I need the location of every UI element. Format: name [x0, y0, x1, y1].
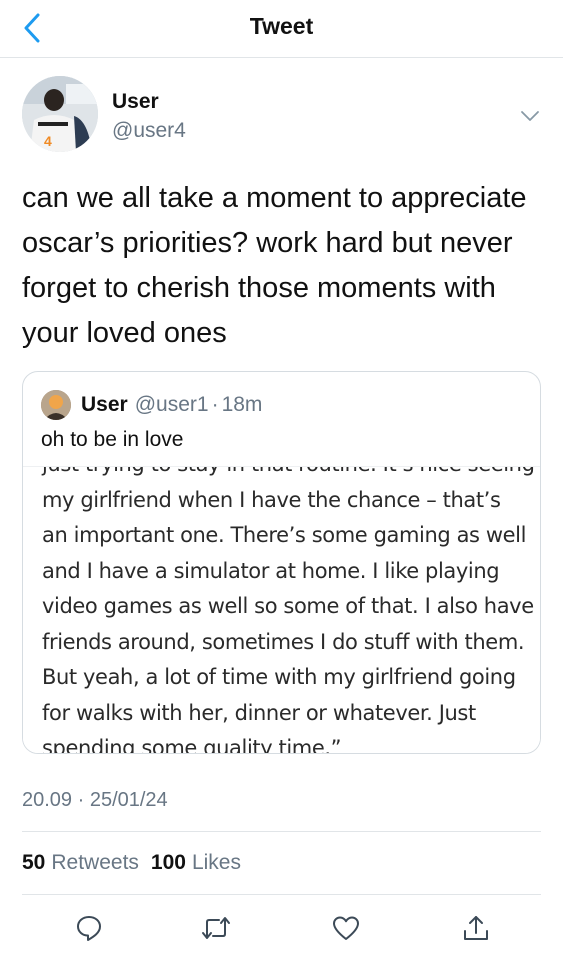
engagement-stats: 50 Retweets 100 Likes	[22, 851, 253, 875]
image-text-line: spending some quality time.”	[42, 736, 342, 754]
avatar[interactable]: 4	[22, 76, 98, 152]
divider	[22, 894, 541, 895]
image-text-line: and I have a simulator at home. I like p…	[42, 558, 500, 583]
heart-icon	[333, 916, 359, 940]
image-text-line: But yeah, a lot of time with my girlfrie…	[42, 665, 516, 689]
image-text-line: just trying to stay in that routine. It’…	[42, 467, 537, 483]
author-name[interactable]: User	[112, 90, 159, 114]
reply-button[interactable]	[69, 908, 109, 948]
likes-label[interactable]: Likes	[192, 851, 241, 875]
quoted-author-name: User	[81, 393, 128, 416]
quoted-avatar	[41, 390, 71, 420]
retweet-button[interactable]	[196, 908, 236, 948]
top-bar: Tweet	[0, 0, 563, 58]
quoted-time: 18m	[221, 393, 263, 416]
image-text-line: my girlfriend when I have the chance – t…	[42, 487, 501, 512]
like-button[interactable]	[326, 908, 366, 948]
image-text-line: friends around, sometimes I do stuff wit…	[42, 629, 525, 654]
retweet-icon	[202, 917, 230, 939]
quoted-image[interactable]: just trying to stay in that routine. It’…	[23, 466, 540, 754]
share-icon	[464, 916, 488, 940]
page-title: Tweet	[249, 13, 314, 39]
image-text-line: for walks with her, dinner or whatever. …	[42, 700, 476, 725]
share-button[interactable]	[456, 908, 496, 948]
quoted-image-text: just trying to stay in that routine. It’…	[42, 467, 537, 754]
svg-text:4: 4	[44, 133, 52, 149]
chevron-down-icon	[521, 111, 539, 121]
quoted-text: oh to be in love	[41, 428, 184, 451]
author-handle[interactable]: @user4	[112, 119, 186, 143]
likes-count[interactable]: 100	[151, 851, 186, 875]
more-options-button[interactable]	[518, 104, 542, 128]
quoted-tweet[interactable]: User @user1 · 18m oh to be in love just …	[22, 371, 541, 754]
image-text-line: an important one. There’s some gaming as…	[42, 523, 527, 547]
image-text-line: video games as well so some of that. I a…	[42, 594, 534, 618]
action-bar	[0, 908, 563, 950]
divider	[22, 831, 541, 832]
retweets-label[interactable]: Retweets	[51, 851, 139, 875]
quoted-tweet-header: User @user1 · 18m	[41, 388, 262, 422]
reply-icon	[77, 916, 101, 941]
quoted-author-handle: @user1	[134, 393, 209, 416]
separator-dot: ·	[211, 393, 219, 416]
tweet-text: can we all take a moment to appreciate o…	[22, 182, 527, 349]
retweets-count[interactable]: 50	[22, 851, 45, 875]
tweet-author: 4 User @user4	[22, 76, 542, 156]
tweet-timestamp: 20.09 · 25/01/24	[22, 789, 168, 811]
